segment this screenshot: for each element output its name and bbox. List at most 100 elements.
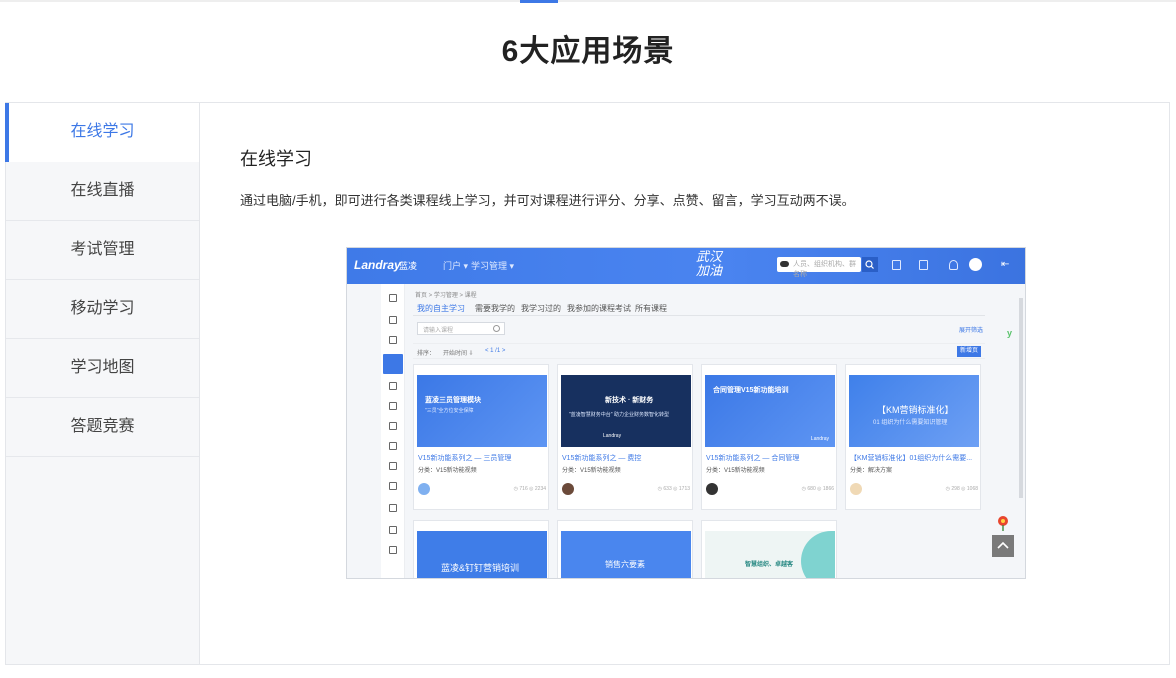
note-icon bbox=[389, 482, 397, 490]
product-screenshot: Landray 蓝凌 门户 ▾ 学习管理 ▾ 武汉加油 人员、组织机构、群名称 … bbox=[346, 247, 1026, 579]
course-cover: 蓝凌三员管理模块 "三员"全方位安全保障 bbox=[417, 375, 547, 447]
list-icon bbox=[389, 336, 397, 344]
course-card: 新技术 · 新财务 "蓝凌智慧财务中台" 助力企业财务数智化转型 Landray… bbox=[557, 364, 693, 510]
course-card: 合同管理V15新功能培训 Landray V15新功能系列之 — 合同管理 分类… bbox=[701, 364, 837, 510]
app-breadcrumb: 首页 > 学习管理 > 课程 bbox=[415, 293, 477, 299]
bell-icon bbox=[949, 260, 958, 270]
course-category: 分类：V15新功能视频 bbox=[706, 468, 765, 474]
app-logo-sub: 蓝凌 bbox=[399, 261, 418, 271]
subtab-self-learning: 我的自主学习 bbox=[417, 304, 465, 313]
avatar bbox=[562, 483, 574, 495]
course-card: 销售六要素 bbox=[557, 520, 693, 578]
user-avatar-icon bbox=[969, 258, 982, 271]
subtab-studied: 我学习过的 bbox=[521, 304, 561, 313]
book-icon bbox=[389, 422, 397, 430]
cover-title: 新技术 · 新财务 bbox=[605, 397, 654, 404]
subtab-divider bbox=[413, 315, 985, 316]
course-filter-input: 请输入课程 bbox=[417, 322, 505, 335]
cover-title: 蓝凌三员管理模块 bbox=[425, 397, 481, 404]
cover-brand: Landray bbox=[603, 433, 622, 439]
tab-learning-map[interactable]: 学习地图 bbox=[6, 339, 199, 398]
banner-slogan: 武汉加油 bbox=[695, 250, 722, 279]
course-icon bbox=[383, 354, 403, 374]
nav-portal: 门户 ▾ bbox=[443, 261, 469, 271]
chat-icon bbox=[780, 261, 789, 267]
course-card: 蓝凌三员管理模块 "三员"全方位安全保障 V15新功能系列之 — 三员管理 分类… bbox=[413, 364, 549, 510]
app-main: 首页 > 学习管理 > 课程 我的自主学习 需要我学的 我学习过的 我参加的课程… bbox=[409, 284, 989, 578]
search-icon bbox=[493, 325, 500, 332]
course-stats: ◷ 633 ◎ 1713 bbox=[657, 486, 690, 492]
nav-learning-management: 学习管理 ▾ bbox=[471, 261, 515, 271]
cover-brand: Landray bbox=[810, 436, 829, 442]
sort-value: 开始时间 ⇩ bbox=[443, 351, 474, 357]
tab-live-streaming[interactable]: 在线直播 bbox=[6, 162, 199, 221]
app-side-nav bbox=[381, 284, 405, 578]
course-footer: ◷ 716 ◎ 2234 bbox=[418, 483, 546, 497]
cover-subtitle: "三员"全方位安全保障 bbox=[425, 408, 474, 414]
sort-label: 排序： bbox=[417, 351, 436, 357]
tab-exam-management[interactable]: 考试管理 bbox=[6, 221, 199, 280]
cover-title: 【KM营销标准化】 bbox=[877, 405, 954, 415]
avatar bbox=[706, 483, 718, 495]
page-title: 6大应用场景 bbox=[501, 35, 675, 68]
content-title: 在线学习 bbox=[240, 149, 312, 169]
pager: < 1 /1 > bbox=[485, 348, 506, 354]
course-filter-placeholder: 请输入课程 bbox=[423, 328, 454, 334]
course-cover: 销售六要素 bbox=[561, 531, 691, 578]
subtab-exams: 我参加的课程考试 bbox=[567, 304, 631, 313]
course-title: V15新功能系列之 — 三员管理 bbox=[418, 455, 512, 462]
chat-icon bbox=[389, 504, 397, 512]
course-cover: 合同管理V15新功能培训 Landray bbox=[705, 375, 835, 447]
scenario-tabs: 在线学习 在线直播 考试管理 移动学习 学习地图 答题竞赛 bbox=[5, 103, 200, 664]
course-title: V15新功能系列之 — 合同管理 bbox=[706, 455, 800, 462]
subtab-assigned: 需要我学的 bbox=[475, 304, 515, 313]
top-divider bbox=[0, 0, 1176, 2]
avatar bbox=[418, 483, 430, 495]
course-stats: ◷ 298 ◎ 1068 bbox=[945, 486, 978, 492]
course-footer: ◷ 298 ◎ 1068 bbox=[850, 483, 978, 497]
cover-subtitle: "蓝凌智慧财务中台" 助力企业财务数智化转型 bbox=[569, 412, 669, 418]
course-stats: ◷ 680 ◎ 1866 bbox=[801, 486, 834, 492]
tab-quiz-competition[interactable]: 答题竞赛 bbox=[6, 398, 199, 457]
subtab-all-courses: 所有课程 bbox=[635, 304, 667, 313]
image-icon bbox=[389, 442, 397, 450]
cover-title: 智慧组织、卓越客 bbox=[745, 562, 794, 568]
content-description: 通过电脑/手机，即可进行各类课程线上学习，并可对课程进行评分、分享、点赞、留言，… bbox=[240, 193, 855, 208]
calendar-icon bbox=[389, 462, 397, 470]
top-indicator bbox=[520, 0, 558, 3]
course-footer: ◷ 680 ◎ 1866 bbox=[706, 483, 834, 497]
search-icon bbox=[862, 257, 878, 272]
document-icon bbox=[919, 260, 928, 270]
tab-mobile-learning[interactable]: 移动学习 bbox=[6, 280, 199, 339]
course-footer: ◷ 633 ◎ 1713 bbox=[562, 483, 690, 497]
scenario-panel: 在线学习 在线直播 考试管理 移动学习 学习地图 答题竞赛 在线学习 通过电脑/… bbox=[5, 102, 1170, 665]
building-icon bbox=[892, 260, 901, 270]
course-cover: 蓝凌&钉钉营销培训 bbox=[417, 531, 547, 578]
course-title: 【KM营销标准化】01组织为什么需要... bbox=[850, 455, 973, 462]
tab-online-learning[interactable]: 在线学习 bbox=[5, 103, 199, 162]
sort-toolbar: 排序： 开始时间 ⇩ < 1 /1 > 新增页 bbox=[413, 343, 985, 359]
course-cover: 【KM营销标准化】 01 组织为什么需要知识管理 bbox=[849, 375, 979, 447]
settings-icon bbox=[389, 546, 397, 554]
trophy-icon bbox=[389, 382, 397, 390]
course-category: 分类：V15新功能视频 bbox=[418, 468, 477, 474]
new-page-button: 新增页 bbox=[957, 346, 981, 357]
course-cover: 智慧组织、卓越客 bbox=[705, 531, 835, 578]
cover-title: 合同管理V15新功能培训 bbox=[713, 387, 789, 394]
course-cover: 新技术 · 新财务 "蓝凌智慧财务中台" 助力企业财务数智化转型 Landray bbox=[561, 375, 691, 447]
edit-icon bbox=[389, 402, 397, 410]
cover-shape bbox=[801, 531, 835, 578]
building-icon bbox=[389, 316, 397, 324]
course-card: 【KM营销标准化】 01 组织为什么需要知识管理 【KM营销标准化】01组织为什… bbox=[845, 364, 981, 510]
logout-icon: ⇤ bbox=[1001, 259, 1010, 270]
back-to-top-button[interactable] bbox=[992, 535, 1014, 557]
course-stats: ◷ 716 ◎ 2234 bbox=[513, 486, 546, 492]
cover-subtitle: 01 组织为什么需要知识管理 bbox=[873, 420, 948, 426]
course-title: V15新功能系列之 — 费控 bbox=[562, 455, 642, 462]
app-search-placeholder: 人员、组织机构、群名称 bbox=[793, 261, 856, 278]
app-header-bar: Landray 蓝凌 门户 ▾ 学习管理 ▾ 武汉加油 人员、组织机构、群名称 … bbox=[347, 248, 1025, 284]
menu-icon bbox=[389, 294, 397, 302]
scrollbar bbox=[1019, 298, 1023, 498]
app-logo: Landray bbox=[354, 258, 401, 272]
app-search-input: 人员、组织机构、群名称 bbox=[777, 257, 861, 278]
